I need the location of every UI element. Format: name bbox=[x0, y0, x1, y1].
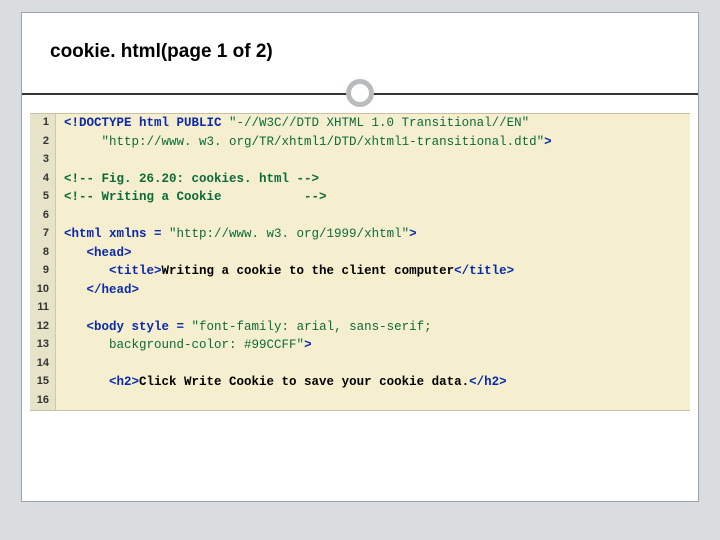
code-segment bbox=[64, 246, 87, 260]
code-line: </head> bbox=[56, 281, 145, 300]
line-number: 9 bbox=[30, 262, 56, 281]
line-number: 10 bbox=[30, 281, 56, 300]
code-segment: <body style = bbox=[87, 320, 192, 334]
line-number: 6 bbox=[30, 207, 56, 226]
code-row: 5 <!-- Writing a Cookie --> bbox=[30, 188, 690, 207]
code-line bbox=[56, 207, 78, 226]
code-line: <h2>Click Write Cookie to save your cook… bbox=[56, 373, 513, 392]
code-segment: "http://www. w3. org/1999/xhtml" bbox=[169, 227, 409, 241]
code-segment bbox=[64, 394, 72, 408]
line-number: 2 bbox=[30, 133, 56, 152]
code-segment: </h2> bbox=[469, 375, 507, 389]
line-number: 14 bbox=[30, 355, 56, 374]
code-segment: "font-family: arial, sans-serif; bbox=[192, 320, 432, 334]
code-row: 2 "http://www. w3. org/TR/xhtml1/DTD/xht… bbox=[30, 133, 690, 152]
code-segment bbox=[64, 209, 72, 223]
code-row: 15 <h2>Click Write Cookie to save your c… bbox=[30, 373, 690, 392]
code-segment: <!-- Fig. 26.20: cookies. html --> bbox=[64, 172, 319, 186]
code-segment bbox=[64, 357, 72, 371]
code-row: 13 background-color: #99CCFF"> bbox=[30, 336, 690, 355]
line-number: 15 bbox=[30, 373, 56, 392]
line-number: 1 bbox=[30, 114, 56, 133]
code-segment: Click Write Cookie to save your cookie d… bbox=[139, 375, 469, 389]
code-row: 12 <body style = "font-family: arial, sa… bbox=[30, 318, 690, 337]
line-number: 3 bbox=[30, 151, 56, 170]
line-number: 5 bbox=[30, 188, 56, 207]
page-title: cookie. html(page 1 of 2) bbox=[50, 41, 670, 63]
code-segment: background-color: #99CCFF" bbox=[109, 338, 304, 352]
code-segment bbox=[64, 338, 109, 352]
code-segment: <h2> bbox=[109, 375, 139, 389]
code-segment bbox=[64, 264, 109, 278]
line-number: 8 bbox=[30, 244, 56, 263]
code-line: <!-- Fig. 26.20: cookies. html --> bbox=[56, 170, 325, 189]
code-segment: </head> bbox=[87, 283, 140, 297]
code-line bbox=[56, 299, 78, 318]
code-line: background-color: #99CCFF"> bbox=[56, 336, 318, 355]
code-line bbox=[56, 355, 78, 374]
code-row: 16 bbox=[30, 392, 690, 411]
code-segment: "-//W3C//DTD XHTML 1.0 Transitional//EN" bbox=[222, 116, 530, 130]
title-area: cookie. html(page 1 of 2) bbox=[22, 13, 698, 73]
code-segment bbox=[64, 135, 102, 149]
code-segment bbox=[64, 375, 109, 389]
code-segment: > bbox=[304, 338, 312, 352]
code-line: <head> bbox=[56, 244, 138, 263]
code-row: 14 bbox=[30, 355, 690, 374]
code-line: <html xmlns = "http://www. w3. org/1999/… bbox=[56, 225, 423, 244]
code-line: <body style = "font-family: arial, sans-… bbox=[56, 318, 438, 337]
code-line: <title>Writing a cookie to the client co… bbox=[56, 262, 520, 281]
code-segment: <!DOCTYPE html PUBLIC bbox=[64, 116, 222, 130]
code-line bbox=[56, 392, 78, 411]
line-number: 16 bbox=[30, 392, 56, 411]
code-block: 1<!DOCTYPE html PUBLIC "-//W3C//DTD XHTM… bbox=[30, 113, 690, 411]
code-segment bbox=[64, 153, 72, 167]
code-line: <!-- Writing a Cookie --> bbox=[56, 188, 333, 207]
code-segment bbox=[64, 283, 87, 297]
code-segment: > bbox=[544, 135, 552, 149]
line-number: 11 bbox=[30, 299, 56, 318]
code-segment: </title> bbox=[454, 264, 514, 278]
code-segment: <head> bbox=[87, 246, 132, 260]
line-number: 4 bbox=[30, 170, 56, 189]
code-row: 9 <title>Writing a cookie to the client … bbox=[30, 262, 690, 281]
code-segment: Writing a cookie to the client computer bbox=[162, 264, 455, 278]
code-row: 11 bbox=[30, 299, 690, 318]
code-segment: <title> bbox=[109, 264, 162, 278]
code-row: 10 </head> bbox=[30, 281, 690, 300]
code-row: 4 <!-- Fig. 26.20: cookies. html --> bbox=[30, 170, 690, 189]
code-line: "http://www. w3. org/TR/xhtml1/DTD/xhtml… bbox=[56, 133, 558, 152]
slide: cookie. html(page 1 of 2) 1<!DOCTYPE htm… bbox=[21, 12, 699, 502]
code-row: 6 bbox=[30, 207, 690, 226]
line-number: 12 bbox=[30, 318, 56, 337]
code-row: 8 <head> bbox=[30, 244, 690, 263]
code-segment bbox=[64, 301, 72, 315]
ring-icon bbox=[346, 79, 374, 107]
code-row: 1<!DOCTYPE html PUBLIC "-//W3C//DTD XHTM… bbox=[30, 114, 690, 133]
line-number: 7 bbox=[30, 225, 56, 244]
code-line: <!DOCTYPE html PUBLIC "-//W3C//DTD XHTML… bbox=[56, 114, 535, 133]
code-line bbox=[56, 151, 78, 170]
code-segment: <html xmlns = bbox=[64, 227, 169, 241]
code-row: 7<html xmlns = "http://www. w3. org/1999… bbox=[30, 225, 690, 244]
divider-wrap bbox=[22, 73, 698, 113]
code-row: 3 bbox=[30, 151, 690, 170]
code-segment: "http://www. w3. org/TR/xhtml1/DTD/xhtml… bbox=[102, 135, 545, 149]
code-segment: > bbox=[409, 227, 417, 241]
code-segment bbox=[64, 320, 87, 334]
line-number: 13 bbox=[30, 336, 56, 355]
code-segment: <!-- Writing a Cookie --> bbox=[64, 190, 327, 204]
